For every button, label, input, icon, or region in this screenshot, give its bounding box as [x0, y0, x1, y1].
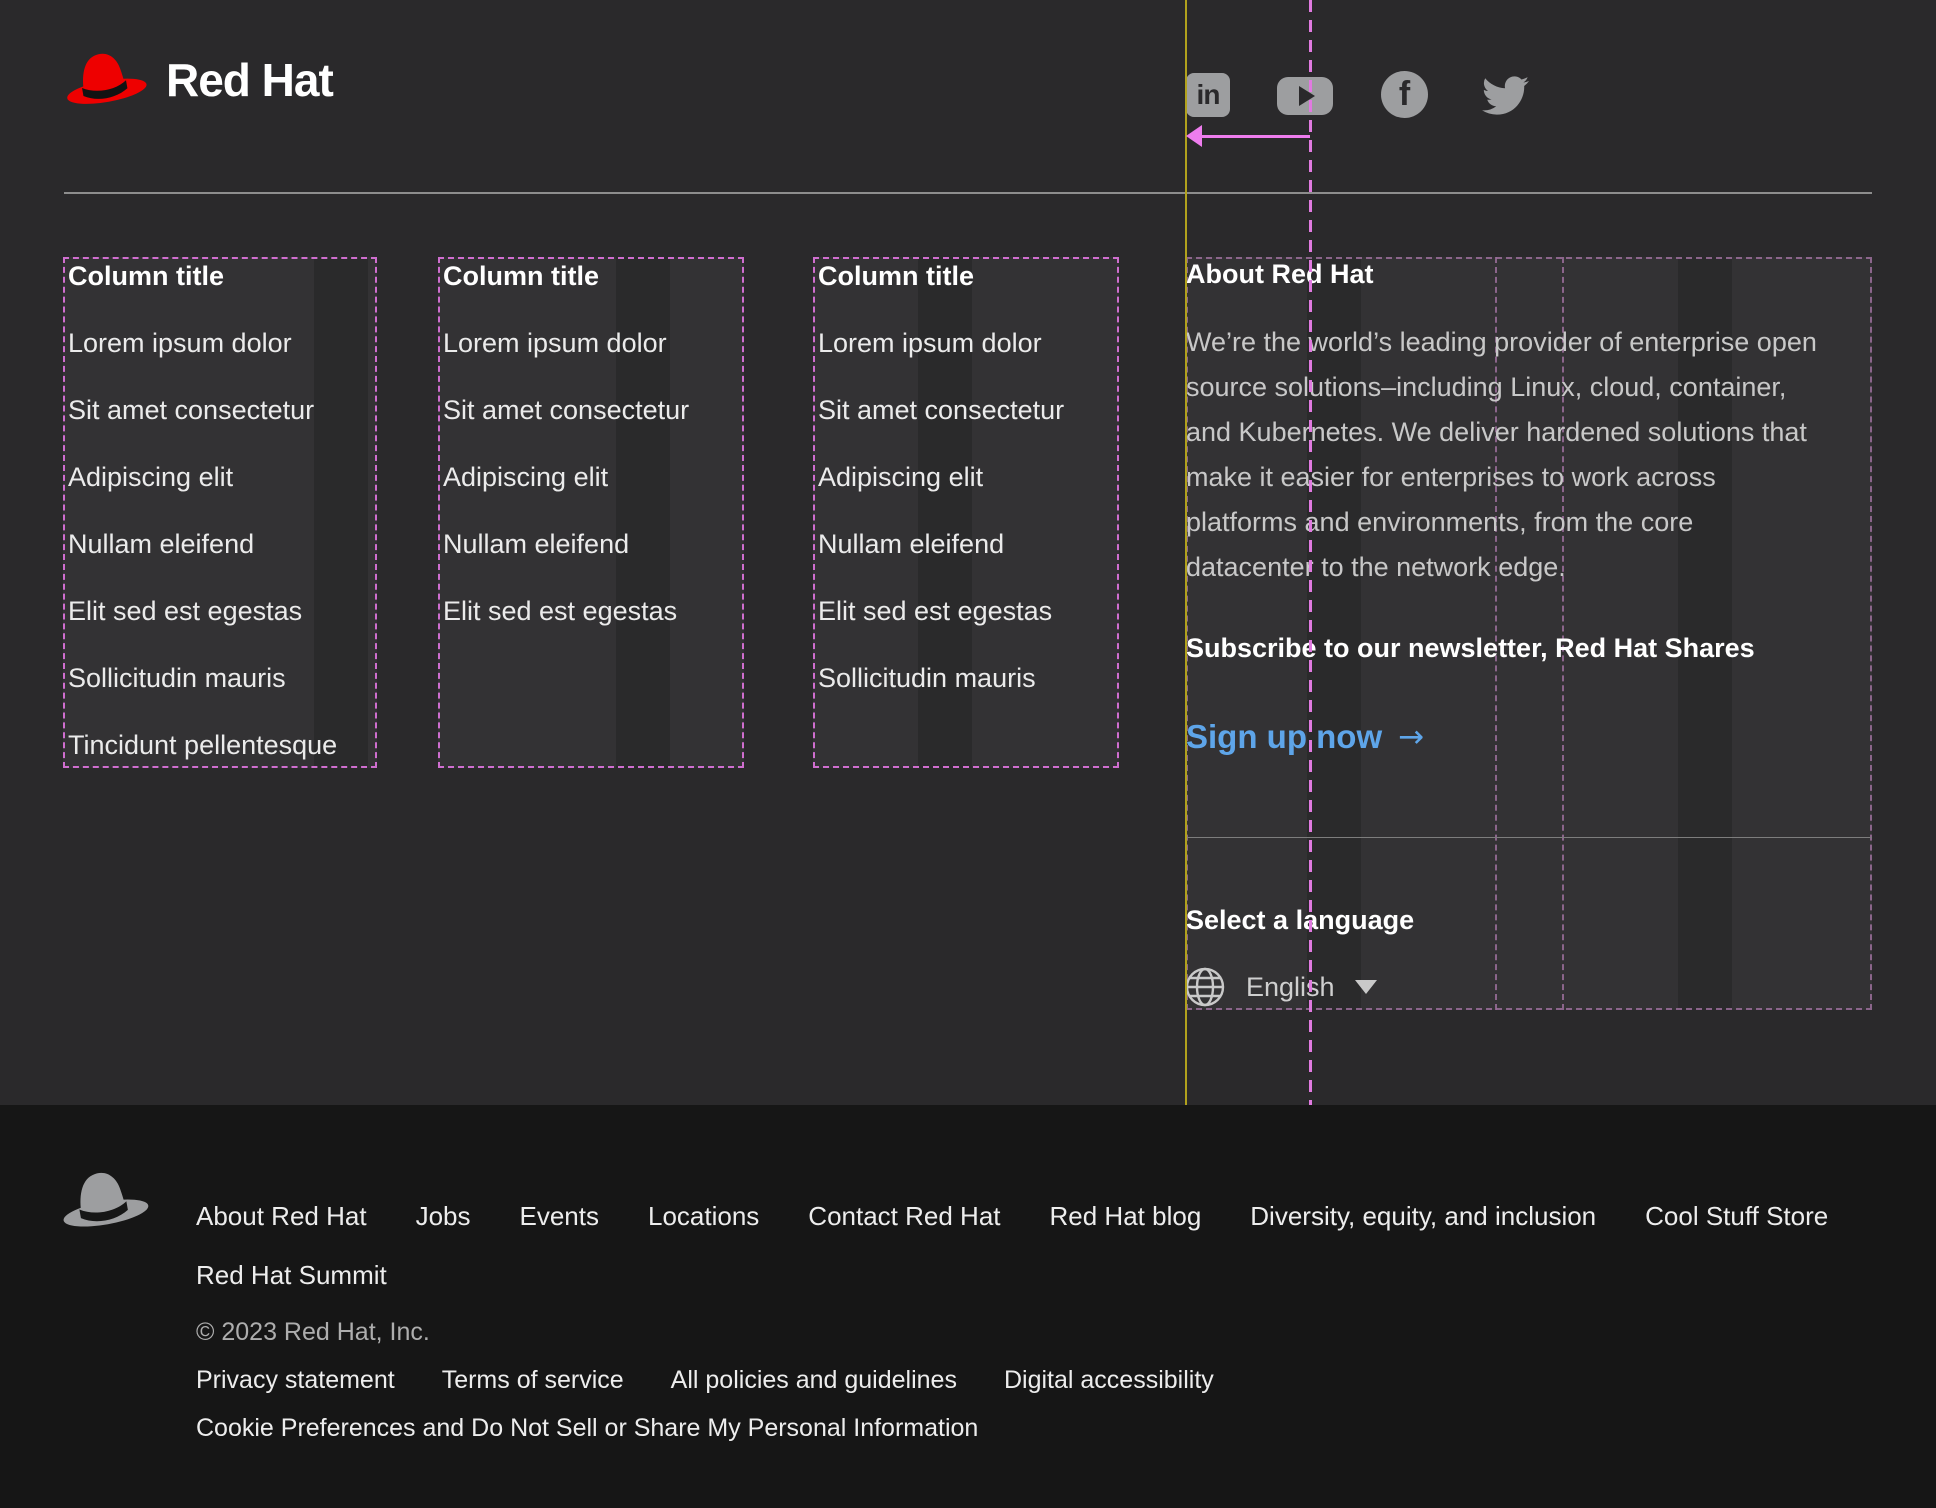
footer-link[interactable]: Adipiscing elit — [818, 462, 1117, 492]
footer-link[interactable]: Sollicitudin mauris — [818, 663, 1117, 693]
linkedin-icon[interactable]: in — [1186, 73, 1230, 117]
footer-link[interactable]: Nullam eleifend — [818, 529, 1117, 559]
footer-link[interactable]: Elit sed est egestas — [818, 596, 1117, 626]
redhat-footer-spec: Red Hat in f Column title Lorem ipsum do… — [0, 0, 1936, 1508]
facebook-icon[interactable]: f — [1381, 71, 1428, 118]
grid-guide-yellow-line — [1185, 0, 1187, 1105]
about-title: About Red Hat — [1186, 259, 1374, 289]
language-divider — [1186, 837, 1872, 838]
column-title: Column title — [818, 261, 974, 291]
nav-link-cool-stuff-store[interactable]: Cool Stuff Store — [1645, 1201, 1828, 1232]
footer-link[interactable]: Lorem ipsum dolor — [818, 328, 1117, 358]
about-line: source solutions–including Linux, cloud,… — [1186, 372, 1787, 402]
footer-link[interactable]: Sit amet consectetur — [68, 395, 375, 425]
footer-link[interactable]: Tincidunt pellentesque — [68, 730, 375, 760]
nav-link-diversity[interactable]: Diversity, equity, and inclusion — [1250, 1201, 1596, 1232]
copyright-text: © 2023 Red Hat, Inc. — [196, 1318, 430, 1346]
language-selector[interactable]: English — [1184, 966, 1377, 1008]
sign-up-label: Sign up now — [1186, 718, 1383, 755]
about-line: We’re the world’s leading provider of en… — [1186, 327, 1817, 357]
youtube-play-glyph — [1299, 86, 1315, 106]
link-column-1: Column title Lorem ipsum dolor Sit amet … — [63, 257, 377, 768]
nav-link-about-red-hat[interactable]: About Red Hat — [196, 1201, 367, 1232]
footer-link[interactable]: Sollicitudin mauris — [68, 663, 375, 693]
about-line: and Kubernetes. We deliver hardened solu… — [1186, 417, 1807, 447]
redhat-fedora-icon — [67, 53, 147, 104]
column-title: Column title — [443, 261, 599, 291]
nav-link-events[interactable]: Events — [519, 1201, 599, 1232]
footer-upper: Red Hat in f Column title Lorem ipsum do… — [0, 0, 1936, 1105]
column-title: Column title — [68, 261, 224, 291]
redhat-fedora-gray-icon — [63, 1172, 149, 1227]
top-divider — [64, 192, 1872, 194]
youtube-icon[interactable] — [1277, 77, 1333, 115]
nav-link-blog[interactable]: Red Hat blog — [1050, 1201, 1202, 1232]
nav-link-summit[interactable]: Red Hat Summit — [196, 1260, 387, 1291]
nav-link-jobs[interactable]: Jobs — [416, 1201, 471, 1232]
twitter-icon[interactable] — [1477, 72, 1534, 119]
legal-link-privacy[interactable]: Privacy statement — [196, 1366, 395, 1395]
about-line: make it easier for enterprises to work a… — [1186, 462, 1716, 492]
footer-link[interactable]: Elit sed est egestas — [68, 596, 375, 626]
legal-link-terms[interactable]: Terms of service — [442, 1366, 624, 1395]
redhat-wordmark: Red Hat — [166, 54, 334, 106]
globe-icon — [1185, 967, 1225, 1007]
footer-link[interactable]: Lorem ipsum dolor — [68, 328, 375, 358]
nav-link-locations[interactable]: Locations — [648, 1201, 759, 1232]
measure-arrow-head-icon — [1186, 125, 1202, 147]
measure-arrow-line — [1198, 135, 1310, 138]
sign-up-link[interactable]: Sign up now → — [1186, 718, 1424, 756]
language-current: English — [1246, 971, 1335, 1002]
language-heading: Select a language — [1186, 905, 1415, 935]
legal-link-accessibility[interactable]: Digital accessibility — [1004, 1366, 1214, 1395]
nav-link-contact[interactable]: Contact Red Hat — [808, 1201, 1000, 1232]
legal-links-row: Privacy statement Terms of service All p… — [196, 1366, 1214, 1395]
arrow-right-icon: → — [1398, 719, 1425, 755]
newsletter-heading: Subscribe to our newsletter, Red Hat Sha… — [1186, 633, 1755, 663]
link-column-3: Column title Lorem ipsum dolor Sit amet … — [813, 257, 1119, 768]
footer-link[interactable]: Nullam eleifend — [68, 529, 375, 559]
link-column-2: Column title Lorem ipsum dolor Sit amet … — [438, 257, 744, 768]
legal-link-policies[interactable]: All policies and guidelines — [671, 1366, 957, 1395]
about-paragraph: We’re the world’s leading provider of en… — [1186, 320, 1906, 590]
about-line: datacenter to the network edge. — [1186, 552, 1566, 582]
footer-lower: About Red Hat Jobs Events Locations Cont… — [0, 1105, 1936, 1508]
footer-link[interactable]: Nullam eleifend — [443, 529, 742, 559]
footer-link[interactable]: Elit sed est egestas — [443, 596, 742, 626]
grid-guide-magenta-line — [1309, 0, 1312, 1105]
footer-link[interactable]: Adipiscing elit — [68, 462, 375, 492]
footer-nav-row-2: Red Hat Summit — [196, 1260, 387, 1291]
footer-link[interactable]: Sit amet consectetur — [818, 395, 1117, 425]
redhat-logo[interactable]: Red Hat — [62, 40, 334, 120]
footer-nav-row-1: About Red Hat Jobs Events Locations Cont… — [196, 1201, 1828, 1232]
cookie-preferences-link[interactable]: Cookie Preferences and Do Not Sell or Sh… — [196, 1414, 978, 1443]
chevron-down-icon — [1354, 980, 1377, 994]
footer-link[interactable]: Lorem ipsum dolor — [443, 328, 742, 358]
about-line: platforms and environments, from the cor… — [1186, 507, 1694, 537]
footer-link[interactable]: Adipiscing elit — [443, 462, 742, 492]
footer-link[interactable]: Sit amet consectetur — [443, 395, 742, 425]
